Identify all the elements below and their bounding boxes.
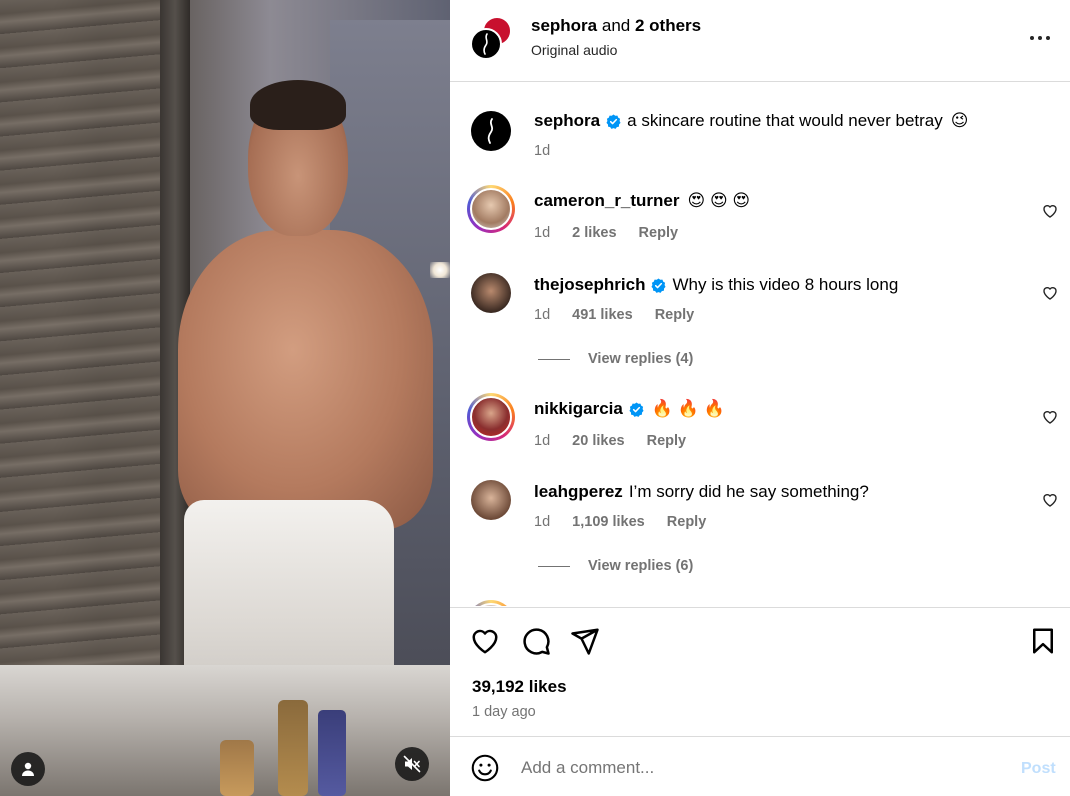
comment-text: Why is this video 8 hours long bbox=[672, 275, 899, 294]
reply-button[interactable]: Reply bbox=[639, 225, 679, 241]
video-prop bbox=[220, 740, 254, 796]
sephora-logo-icon bbox=[487, 118, 494, 144]
comment-bubble-icon[interactable] bbox=[521, 626, 551, 656]
comment-likes[interactable]: 20 likes bbox=[572, 433, 624, 449]
comment-likes[interactable]: 491 likes bbox=[572, 307, 632, 323]
more-options-button[interactable] bbox=[1028, 26, 1052, 50]
collab-avatars[interactable] bbox=[470, 16, 514, 60]
share-paper-plane-icon[interactable] bbox=[570, 626, 600, 656]
video-prop bbox=[318, 710, 346, 796]
more-horizontal-icon bbox=[1030, 36, 1050, 40]
video-background bbox=[0, 0, 170, 700]
comment-username[interactable]: sephora bbox=[534, 111, 600, 131]
comments-list[interactable]: sephora a skincare routine that would ne… bbox=[450, 83, 1070, 606]
audio-link[interactable]: Original audio bbox=[531, 42, 617, 58]
like-comment-heart-icon[interactable] bbox=[1042, 285, 1058, 301]
comment-username[interactable]: leahgperez bbox=[534, 482, 623, 502]
avatar bbox=[470, 28, 502, 60]
post-comment-button[interactable]: Post bbox=[1021, 760, 1056, 778]
post-video[interactable] bbox=[0, 0, 450, 796]
avatar bbox=[470, 396, 512, 438]
comment-text: a skincare routine that would never betr… bbox=[627, 111, 943, 130]
emoji-picker-icon[interactable] bbox=[471, 754, 499, 782]
speaker-muted-icon bbox=[403, 755, 421, 773]
post-header: sephora and 2 others Original audio bbox=[450, 0, 1070, 82]
video-prop bbox=[278, 700, 308, 796]
avatar bbox=[470, 603, 512, 606]
like-comment-heart-icon[interactable] bbox=[1042, 409, 1058, 425]
wink-emoji-icon: 😉 bbox=[950, 111, 969, 130]
avatar-story-ring[interactable] bbox=[467, 185, 515, 233]
like-heart-icon[interactable] bbox=[470, 626, 500, 656]
add-comment-bar: Post bbox=[450, 738, 1070, 796]
avatar[interactable] bbox=[471, 273, 511, 313]
collab-names[interactable]: sephora and 2 others bbox=[531, 16, 701, 36]
comment-text: I’m sorry did he say something? bbox=[628, 482, 869, 501]
video-subject bbox=[178, 80, 450, 710]
comment-likes[interactable]: 2 likes bbox=[572, 225, 616, 241]
view-replies-button[interactable]: View replies (6) bbox=[538, 558, 693, 574]
save-bookmark-icon[interactable] bbox=[1028, 626, 1058, 656]
comment-username[interactable]: nikkigarcia bbox=[534, 399, 623, 419]
verified-badge-icon bbox=[629, 401, 644, 417]
comment-time[interactable]: 1d bbox=[534, 143, 550, 159]
sephora-logo-icon bbox=[483, 33, 488, 55]
post-actions: 39,192 likes 1 day ago bbox=[450, 607, 1070, 737]
verified-badge-icon bbox=[651, 277, 666, 293]
reply-button[interactable]: Reply bbox=[655, 307, 695, 323]
comment-username[interactable]: cameron_r_turner bbox=[534, 191, 680, 211]
joiner-text: and bbox=[601, 16, 631, 35]
divider bbox=[538, 565, 570, 567]
user-icon bbox=[22, 762, 34, 776]
likes-count[interactable]: 39,192 likes bbox=[472, 677, 567, 697]
view-replies-label: View replies (4) bbox=[588, 351, 694, 367]
avatar-story-ring[interactable] bbox=[467, 600, 515, 606]
avatar-story-ring[interactable] bbox=[467, 393, 515, 441]
avatar bbox=[470, 188, 512, 230]
heart-eyes-emoji-icon: 😍 😍 😍 bbox=[687, 191, 751, 210]
others-link[interactable]: 2 others bbox=[635, 16, 701, 35]
post-details-panel: sephora and 2 others Original audio seph… bbox=[450, 0, 1070, 796]
verified-badge-icon bbox=[606, 113, 621, 129]
owner-username[interactable]: sephora bbox=[531, 16, 597, 35]
comment-username[interactable]: thejosephrich bbox=[534, 275, 645, 295]
comment-likes[interactable]: 1,109 likes bbox=[572, 514, 645, 530]
view-replies-button[interactable]: View replies (4) bbox=[538, 351, 693, 367]
fire-emoji-icon: 🔥 🔥 🔥 bbox=[651, 399, 725, 418]
view-replies-label: View replies (6) bbox=[588, 558, 694, 574]
comment-time[interactable]: 1d bbox=[534, 433, 550, 449]
like-comment-heart-icon[interactable] bbox=[1042, 492, 1058, 508]
tagged-users-button[interactable] bbox=[11, 752, 45, 786]
avatar[interactable] bbox=[471, 480, 511, 520]
comment-time[interactable]: 1d bbox=[534, 307, 550, 323]
comment-input[interactable] bbox=[521, 758, 1001, 778]
post-time[interactable]: 1 day ago bbox=[472, 704, 536, 720]
like-comment-heart-icon[interactable] bbox=[1042, 203, 1058, 219]
avatar[interactable] bbox=[471, 111, 511, 151]
reply-button[interactable]: Reply bbox=[647, 433, 687, 449]
reply-button[interactable]: Reply bbox=[667, 514, 707, 530]
comment-time[interactable]: 1d bbox=[534, 514, 550, 530]
comment-time[interactable]: 1d bbox=[534, 225, 550, 241]
mute-button[interactable] bbox=[395, 747, 429, 781]
divider bbox=[538, 358, 570, 360]
